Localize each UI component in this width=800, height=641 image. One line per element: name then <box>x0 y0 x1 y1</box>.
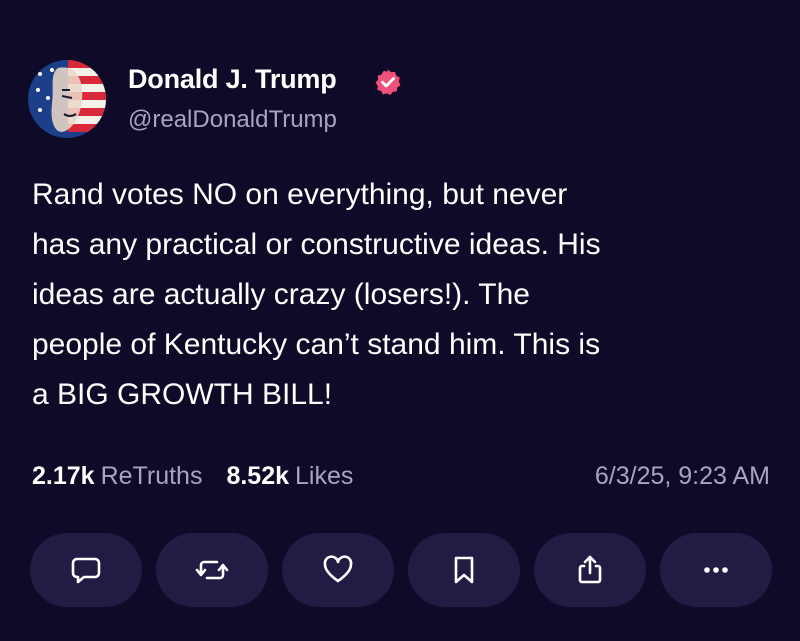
bookmark-button[interactable] <box>408 533 520 607</box>
reply-button[interactable] <box>30 533 142 607</box>
action-bar <box>30 533 772 609</box>
post-line: has any practical or constructive ideas.… <box>32 228 601 261</box>
author-handle[interactable]: @realDonaldTrump <box>128 106 337 134</box>
ellipsis-icon <box>704 567 728 573</box>
post-line: people of Kentucky can’t stand him. This… <box>32 328 601 361</box>
bookmark-icon <box>454 556 474 584</box>
chat-bubble-icon <box>71 557 101 584</box>
post-line: Rand votes NO on everything, but never <box>32 178 568 211</box>
retruths-label: ReTruths <box>100 462 203 490</box>
repost-arrows-icon <box>195 560 229 580</box>
author-avatar[interactable] <box>28 60 106 138</box>
retruths-stat[interactable]: 2.17k ReTruths <box>32 462 202 490</box>
post-body: Rand votes NO on everything, but never h… <box>32 170 772 420</box>
retruth-button[interactable] <box>156 533 268 607</box>
post-timestamp[interactable]: 6/3/25, 9:23 AM <box>595 462 770 491</box>
more-options-button[interactable] <box>660 533 772 607</box>
flag-portrait-avatar-icon <box>28 60 106 138</box>
like-button[interactable] <box>282 533 394 607</box>
post-line: a BIG GROWTH BILL! <box>32 378 333 411</box>
share-icon <box>578 555 602 584</box>
post-stats: 2.17k ReTruths 8.52k Likes <box>32 462 353 491</box>
retruths-count: 2.17k <box>32 462 95 490</box>
likes-stat[interactable]: 8.52k Likes <box>226 462 353 490</box>
post-card: Donald J. Trump @realDonaldTrump Rand vo… <box>0 0 800 641</box>
share-button[interactable] <box>534 533 646 607</box>
heart-icon <box>323 555 353 583</box>
author-name[interactable]: Donald J. Trump <box>128 64 337 95</box>
likes-count: 8.52k <box>226 462 290 490</box>
likes-label: Likes <box>295 462 354 490</box>
post-line: ideas are actually crazy (losers!). The <box>32 278 530 311</box>
verified-badge-icon <box>375 69 401 95</box>
